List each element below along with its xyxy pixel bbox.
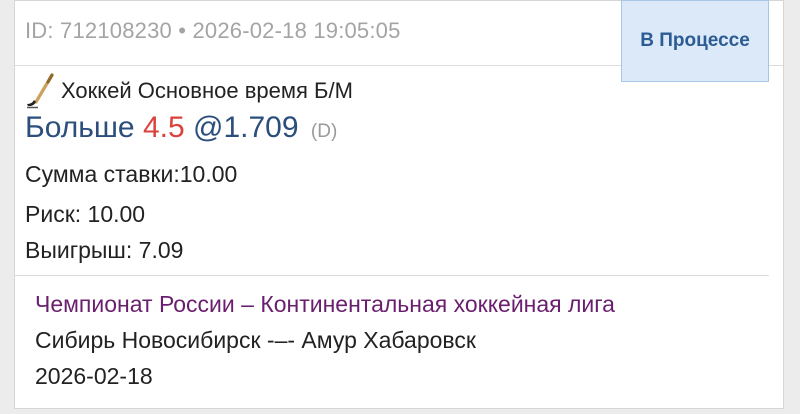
- risk-amount: Риск: 10.00: [25, 201, 146, 227]
- stake-amount: Сумма ставки:10.00: [25, 161, 238, 187]
- hockey-stick-icon: [27, 73, 54, 109]
- event-teams: Сибирь Новосибирск -–- Амур Хабаровск: [35, 327, 476, 353]
- selection-flag: (D): [310, 121, 338, 142]
- bet-header: ID: 712108230 • 2026-02-18 19:05:05 В Пр…: [15, 0, 783, 82]
- selection-row: Больше 4.5 @1.709 (D): [25, 111, 337, 145]
- bet-card[interactable]: ID: 712108230 • 2026-02-18 19:05:05 В Пр…: [14, 0, 784, 409]
- event-date: 2026-02-18: [35, 363, 153, 389]
- event-info: Чемпионат России – Континентальная хокке…: [15, 275, 783, 409]
- bet-details: Хоккей Основное время Б/М Больше 4.5 @1.…: [15, 65, 769, 276]
- sport-market-row: Хоккей Основное время Б/М: [25, 73, 353, 109]
- selection-name: Больше: [25, 111, 135, 144]
- win-amount: Выигрыш: 7.09: [25, 237, 184, 263]
- league-name: Чемпионат России – Континентальная хокке…: [35, 291, 615, 317]
- selection-line: 4.5: [142, 111, 185, 144]
- bet-id-timestamp: ID: 712108230 • 2026-02-18 19:05:05: [25, 18, 401, 43]
- market-name: Хоккей Основное время Б/М: [61, 78, 353, 103]
- selection-odds: @1.709: [193, 111, 299, 144]
